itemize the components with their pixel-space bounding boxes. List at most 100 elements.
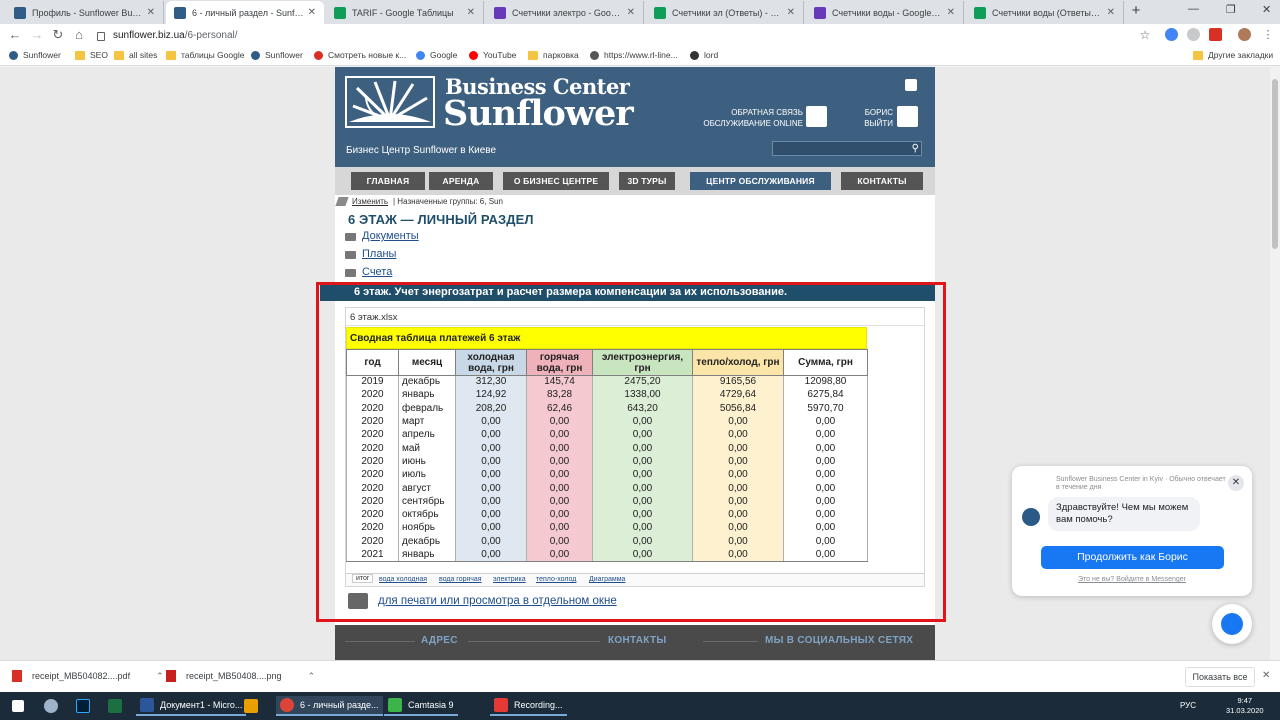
plans-link[interactable]: Планы (345, 248, 396, 260)
table-cell[interactable]: 0,00 (592, 495, 693, 509)
browser-tab[interactable]: Счетчики эл (Ответы) - Google ... ✕ (646, 1, 804, 24)
table-cell[interactable]: 0,00 (692, 468, 784, 482)
close-tab-icon[interactable]: ✕ (787, 7, 795, 18)
table-cell[interactable]: 0,00 (592, 535, 693, 549)
site-search-input[interactable]: ⚲ (772, 141, 922, 156)
table-cell[interactable]: февраль (398, 402, 456, 416)
bookmark-item[interactable]: https://www.rl-line... (590, 50, 678, 60)
table-cell[interactable]: 0,00 (692, 455, 784, 469)
table-cell[interactable]: 2020 (346, 535, 399, 549)
close-tab-icon[interactable]: ✕ (467, 7, 475, 18)
feedback-link[interactable]: ОБРАТНАЯ СВЯЗЬ ОБСЛУЖИВАНИЕ ONLINE (693, 107, 803, 129)
plans-link-label[interactable]: Планы (362, 248, 396, 260)
table-cell[interactable]: 0,00 (455, 521, 527, 536)
bookmark-item[interactable]: SEO (75, 50, 108, 60)
outlook-icon[interactable] (244, 696, 264, 716)
close-tab-icon[interactable]: ✕ (147, 7, 155, 18)
table-cell[interactable]: 2020 (346, 521, 399, 536)
table-cell[interactable]: 0,00 (592, 508, 693, 522)
browser-tab[interactable]: Профиль - Sunflower Business C... ✕ (6, 1, 164, 24)
print-link[interactable]: для печати или просмотра в отдельном окн… (378, 595, 617, 607)
table-cell[interactable]: 0,00 (592, 455, 693, 469)
phone-icon[interactable] (806, 106, 827, 127)
sunflower-logo-icon[interactable] (345, 76, 435, 128)
table-cell[interactable]: 2020 (346, 508, 399, 522)
chevron-up-icon[interactable]: ⌃ (156, 671, 164, 682)
table-cell[interactable]: 0,00 (592, 548, 693, 563)
documents-link-label[interactable]: Документы (362, 230, 419, 242)
extension-icon[interactable] (1165, 28, 1178, 41)
table-cell[interactable]: 2020 (346, 468, 399, 482)
messenger-chat-button[interactable] (1212, 604, 1252, 644)
sheet-tab[interactable]: электрика (493, 576, 526, 583)
table-cell[interactable]: 2020 (346, 455, 399, 469)
table-cell[interactable]: 0,00 (592, 468, 693, 482)
table-cell[interactable]: июнь (398, 455, 456, 469)
table-cell[interactable]: май (398, 441, 456, 456)
print-row[interactable]: для печати или просмотра в отдельном окн… (348, 593, 617, 609)
table-cell[interactable]: 12098,80 (783, 375, 868, 389)
taskbar-app-chrome[interactable]: 6 - личный разде... (276, 696, 383, 716)
table-cell[interactable]: 0,00 (526, 548, 593, 563)
table-cell[interactable]: 0,00 (455, 481, 527, 496)
table-cell[interactable]: 0,00 (692, 441, 784, 456)
table-cell[interactable]: 2020 (346, 495, 399, 509)
cortana-icon[interactable] (44, 696, 64, 716)
table-cell[interactable]: март (398, 415, 456, 429)
table-cell[interactable]: 0,00 (526, 495, 593, 509)
table-cell[interactable]: 124,92 (455, 388, 527, 403)
table-cell[interactable]: 0,00 (692, 415, 784, 429)
table-cell[interactable]: 1338,00 (592, 388, 693, 403)
table-cell[interactable]: декабрь (398, 375, 456, 389)
table-cell[interactable]: июль (398, 468, 456, 482)
table-cell[interactable]: 0,00 (783, 495, 868, 509)
browser-tab[interactable]: TARIF - Google Таблицы ✕ (326, 1, 484, 24)
user-icon[interactable] (897, 106, 918, 127)
excel-icon[interactable] (108, 696, 128, 716)
download-item[interactable]: receipt_MB504082....pdf ⌃ (12, 670, 164, 682)
table-cell[interactable]: 0,00 (455, 468, 527, 482)
sheet-tab[interactable]: итог (352, 574, 374, 583)
printer-icon[interactable] (348, 593, 368, 609)
table-cell[interactable]: 0,00 (455, 415, 527, 429)
download-item[interactable]: receipt_MB50408....png ⌃ (166, 670, 315, 682)
user-link[interactable]: БОРИС ВЫЙТИ (855, 107, 893, 129)
table-cell[interactable]: 0,00 (526, 481, 593, 496)
table-cell[interactable]: январь (398, 548, 456, 563)
sheet-tab[interactable]: тепло-холод (536, 576, 576, 583)
table-cell[interactable]: август (398, 481, 456, 496)
profile-avatar[interactable] (1238, 28, 1251, 41)
table-cell[interactable]: 0,00 (692, 495, 784, 509)
table-cell[interactable]: 4729,64 (692, 388, 784, 403)
documents-link[interactable]: Документы (345, 230, 419, 242)
table-cell[interactable]: 0,00 (455, 428, 527, 442)
table-cell[interactable]: 312,30 (455, 375, 527, 389)
table-cell[interactable]: 0,00 (783, 455, 868, 469)
table-cell[interactable]: 2019 (346, 375, 399, 389)
nav-item[interactable]: КОНТАКТЫ (841, 172, 923, 190)
start-icon[interactable] (12, 696, 30, 716)
page-scrollbar[interactable] (1270, 67, 1280, 660)
close-icon[interactable]: ✕ (1262, 670, 1270, 681)
nav-item[interactable]: ГЛАВНАЯ (351, 172, 425, 190)
star-icon[interactable]: ☆ (1137, 27, 1153, 43)
logout-link[interactable]: ВЫЙТИ (855, 118, 893, 129)
new-tab-icon[interactable]: + (1127, 2, 1145, 20)
table-cell[interactable]: 0,00 (783, 415, 868, 429)
close-tab-icon[interactable]: ✕ (1107, 7, 1115, 18)
invoices-link-label[interactable]: Счета (362, 266, 392, 278)
taskbar-app-recording[interactable]: Recording... (490, 696, 567, 716)
not-you-link[interactable]: Это не вы? Войдите в Messenger (1012, 576, 1252, 583)
table-cell[interactable]: 2020 (346, 441, 399, 456)
nav-item[interactable]: 3D ТУРЫ (619, 172, 675, 190)
table-cell[interactable]: 5056,84 (692, 402, 784, 416)
table-cell[interactable]: 2021 (346, 548, 399, 563)
table-cell[interactable]: 0,00 (526, 441, 593, 456)
table-cell[interactable]: 0,00 (455, 495, 527, 509)
continue-as-button[interactable]: Продолжить как Борис (1041, 546, 1224, 569)
bookmark-item[interactable]: Sunflower (251, 50, 303, 60)
close-window-icon[interactable]: ✕ (1262, 3, 1271, 16)
browser-tab[interactable]: 6 - личный раздел - Sunflower B... ✕ (166, 1, 324, 24)
browser-tab[interactable]: Счетчики воды (Ответы) - Goog... ✕ (966, 1, 1124, 24)
minimize-icon[interactable]: — (1188, 3, 1199, 15)
